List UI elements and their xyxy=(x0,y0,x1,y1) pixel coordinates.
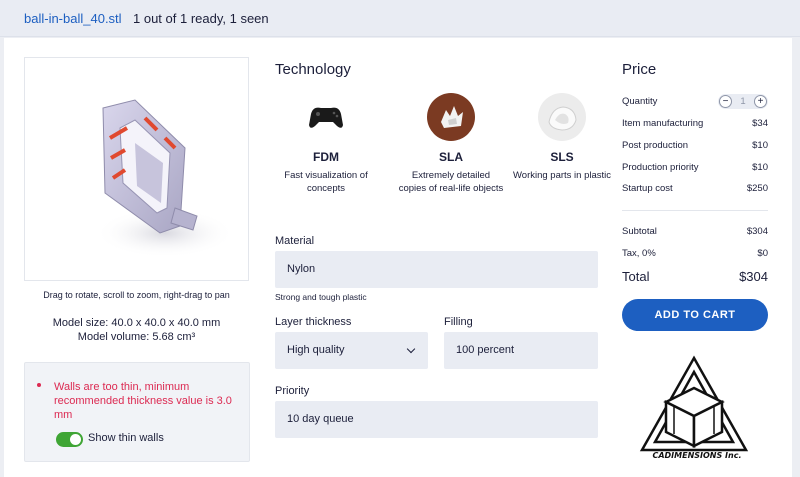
tech-desc: Fast visualization of concepts xyxy=(284,170,368,194)
toggle-knob xyxy=(70,434,81,445)
logo-text: CADIMENSIONS Inc. xyxy=(652,451,742,460)
total-row: Total $304 xyxy=(622,269,768,287)
tech-option-sla[interactable]: SLA Extremely detailed copies of real-li… xyxy=(397,92,505,195)
price-row-label: Post production xyxy=(622,140,689,151)
subtotal-row: Subtotal $304 xyxy=(622,226,768,240)
tech-option-sls[interactable]: SLS Working parts in plastic xyxy=(508,92,616,182)
file-name-link[interactable]: ball-in-ball_40.stl xyxy=(24,11,122,26)
price-row-label: Production priority xyxy=(622,162,699,173)
layer-thickness-label: Layer thickness xyxy=(275,316,352,328)
price-row-startup-cost: Startup cost $250 xyxy=(622,183,768,197)
material-field[interactable]: Nylon xyxy=(275,251,598,288)
file-status: 1 out of 1 ready, 1 seen xyxy=(133,11,269,26)
show-thin-walls-label: Show thin walls xyxy=(88,432,164,444)
tax-row: Tax, 0% $0 xyxy=(622,248,768,262)
warning-bullet-icon xyxy=(37,383,41,387)
filling-label: Filling xyxy=(444,316,473,328)
total-value: $304 xyxy=(739,269,768,284)
tech-desc: Working parts in plastic xyxy=(512,170,612,181)
tech-name: SLS xyxy=(550,150,574,164)
material-label: Material xyxy=(275,235,315,247)
gamepad-icon xyxy=(309,107,343,128)
quantity-increase-button[interactable]: + xyxy=(754,95,767,108)
price-divider xyxy=(622,210,768,211)
tech-option-fdm[interactable]: FDM Fast visualization of concepts xyxy=(272,92,380,195)
material-note: Strong and tough plastic xyxy=(275,292,367,302)
top-bar: ball-in-ball_40.stl 1 out of 1 ready, 1 … xyxy=(0,0,800,37)
price-row-label: Startup cost xyxy=(622,183,673,194)
quantity-label: Quantity xyxy=(622,96,658,107)
model-preview-icon xyxy=(95,99,235,258)
price-row-value: $34 xyxy=(752,118,768,129)
tech-name: FDM xyxy=(313,150,339,164)
technology-heading: Technology xyxy=(275,61,351,78)
price-row-production-priority: Production priority $10 xyxy=(622,162,768,176)
price-row-label: Item manufacturing xyxy=(622,118,704,129)
priority-label: Priority xyxy=(275,385,310,397)
tech-name: SLA xyxy=(439,150,463,164)
price-row-value: $10 xyxy=(752,140,768,151)
quantity-stepper: − 1 + xyxy=(718,94,768,109)
price-row-value: $10 xyxy=(752,162,768,173)
price-heading: Price xyxy=(622,61,657,78)
subtotal-value: $304 xyxy=(746,226,768,237)
price-row-item-manufacturing: Item manufacturing $34 xyxy=(622,118,768,132)
subtotal-label: Subtotal xyxy=(622,226,657,237)
priority-field[interactable]: 10 day queue xyxy=(275,401,598,438)
model-dimensions: Model size: 40.0 x 40.0 x 40.0 mm Model … xyxy=(24,316,249,344)
add-to-cart-button[interactable]: ADD TO CART xyxy=(622,299,768,331)
sls-part-icon xyxy=(538,93,586,141)
thin-wall-warning: Walls are too thin, minimum recommended … xyxy=(24,362,250,462)
model-volume-text: Model volume: 5.68 cm³ xyxy=(77,331,196,343)
price-row-value: $250 xyxy=(746,183,768,194)
tax-value: $0 xyxy=(757,248,768,259)
total-label: Total xyxy=(622,269,650,284)
warning-text: Walls are too thin, minimum recommended … xyxy=(54,381,232,421)
layer-thickness-select[interactable]: High quality xyxy=(275,332,428,369)
filling-field[interactable]: 100 percent xyxy=(444,332,598,369)
tech-desc: Extremely detailed copies of real-life o… xyxy=(398,170,504,194)
viewer-hint: Drag to rotate, scroll to zoom, right-dr… xyxy=(43,290,230,300)
model-viewer[interactable] xyxy=(24,57,249,281)
show-thin-walls-toggle[interactable] xyxy=(56,432,83,447)
sla-part-icon xyxy=(427,93,475,141)
price-row-post-production: Post production $10 xyxy=(622,140,768,154)
tax-label: Tax, 0% xyxy=(622,248,656,259)
model-size-text: Model size: 40.0 x 40.0 x 40.0 mm xyxy=(52,317,221,329)
